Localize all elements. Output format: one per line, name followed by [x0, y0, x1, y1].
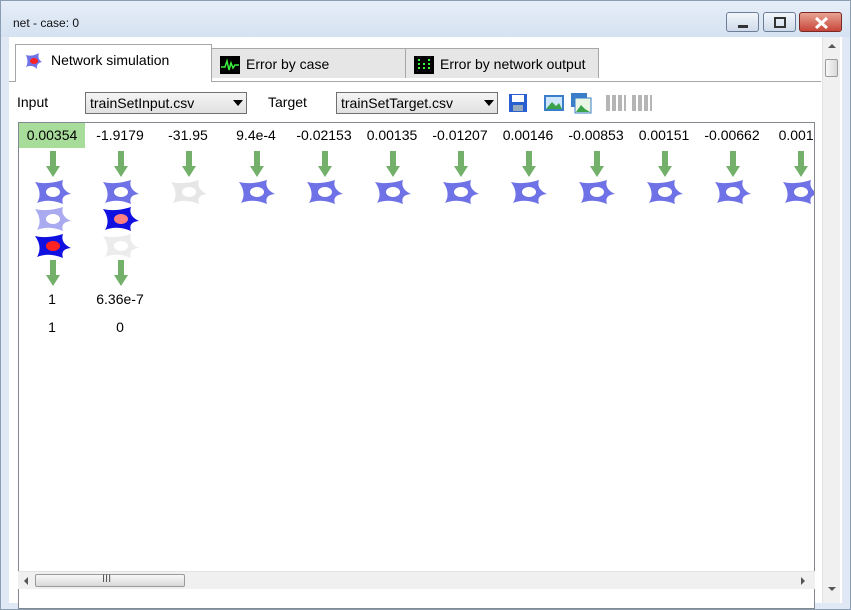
input-value-cell[interactable]: -0.01207: [427, 123, 493, 148]
title-bar: net - case: 0: [1, 1, 850, 37]
input-value-cell[interactable]: 0.00135: [359, 123, 425, 148]
output-value: 1: [48, 291, 56, 307]
minimize-icon: [738, 25, 748, 28]
down-arrow-icon: [46, 151, 60, 177]
input-file-select[interactable]: trainSetInput.csv: [85, 92, 247, 114]
input-neuron[interactable]: [509, 179, 549, 205]
export-image-icon[interactable]: [543, 92, 565, 114]
down-arrow-icon: [318, 151, 332, 177]
down-arrow-icon: [250, 151, 264, 177]
minimize-button[interactable]: [726, 12, 759, 32]
hidden-neuron[interactable]: [101, 206, 141, 232]
target-value: 0: [116, 319, 124, 335]
hidden-neuron[interactable]: [33, 206, 73, 232]
network-icon: [26, 53, 42, 69]
down-arrow-icon: [114, 151, 128, 177]
input-label: Input: [17, 94, 49, 110]
input-value-cell[interactable]: -0.00662: [699, 123, 765, 148]
down-arrow-icon: [590, 151, 604, 177]
save-icon[interactable]: [507, 92, 529, 114]
input-file-value: trainSetInput.csv: [90, 95, 195, 111]
input-value-cell[interactable]: -0.02153: [291, 123, 357, 148]
close-icon: [814, 16, 829, 30]
maximize-button[interactable]: [763, 12, 796, 32]
input-value-cell[interactable]: -1.9179: [87, 123, 153, 148]
app-window: net - case: 0 Network simulation Error b…: [0, 0, 851, 610]
window-title: net - case: 0: [13, 16, 80, 30]
down-arrow-icon: [114, 260, 128, 286]
input-neuron[interactable]: [781, 179, 815, 205]
input-neuron[interactable]: [645, 179, 685, 205]
input-value-cell[interactable]: 0.00151: [631, 123, 697, 148]
tab-label: Network simulation: [51, 52, 170, 68]
scroll-up-icon[interactable]: [828, 44, 836, 48]
scroll-grip: III: [102, 573, 112, 585]
simulation-panel: 0.00354 -1.9179 -31.95 9.4e-4 -0.02153 0.0013…: [18, 122, 815, 609]
target-file-select[interactable]: trainSetTarget.csv: [336, 92, 498, 114]
tab-label: Error by case: [246, 56, 330, 72]
down-arrow-icon: [522, 151, 536, 177]
down-arrow-icon: [46, 260, 60, 286]
grid2-disabled-icon[interactable]: [631, 92, 653, 114]
target-label: Target: [268, 94, 307, 110]
client-area: Network simulation Error by case Error b…: [9, 37, 842, 609]
input-value-cell[interactable]: 0.00354: [19, 123, 85, 148]
bar-meter-icon: [414, 56, 434, 74]
input-neuron[interactable]: [305, 179, 345, 205]
close-button[interactable]: [799, 12, 842, 32]
down-arrow-icon: [454, 151, 468, 177]
copy-image-icon[interactable]: [570, 92, 592, 114]
target-value: 1: [48, 319, 56, 335]
down-arrow-icon: [386, 151, 400, 177]
input-value-cell[interactable]: -31.95: [155, 123, 221, 148]
down-arrow-icon: [726, 151, 740, 177]
input-value-cell[interactable]: -0.00853: [563, 123, 629, 148]
input-neuron[interactable]: [33, 179, 73, 205]
scroll-right-icon[interactable]: [801, 577, 805, 585]
tab-network-simulation[interactable]: Network simulation: [15, 44, 212, 82]
chevron-down-icon: [484, 100, 494, 106]
scroll-left-icon[interactable]: [24, 577, 28, 585]
horizontal-scroll-thumb[interactable]: III: [35, 573, 185, 587]
input-neuron[interactable]: [169, 179, 209, 205]
horizontal-scrollbar[interactable]: III: [18, 571, 815, 589]
down-arrow-icon: [794, 151, 808, 177]
vertical-scroll-thumb[interactable]: [825, 59, 838, 77]
tab-label: Error by network output: [440, 56, 586, 72]
target-file-value: trainSetTarget.csv: [341, 95, 454, 111]
tab-error-by-case[interactable]: Error by case: [211, 48, 406, 78]
output-neuron[interactable]: [33, 233, 73, 259]
tab-strip: Network simulation Error by case Error b…: [9, 37, 821, 83]
down-arrow-icon: [658, 151, 672, 177]
output-neuron[interactable]: [101, 233, 141, 259]
grid-disabled-icon[interactable]: [605, 92, 627, 114]
down-arrow-icon: [182, 151, 196, 177]
input-neuron[interactable]: [577, 179, 617, 205]
input-value-cell[interactable]: 0.0015: [767, 123, 814, 148]
waveform-icon: [220, 56, 240, 74]
input-neuron[interactable]: [713, 179, 753, 205]
input-value-cell[interactable]: 9.4e-4: [223, 123, 289, 148]
input-value-cell[interactable]: 0.00146: [495, 123, 561, 148]
input-neuron[interactable]: [101, 179, 141, 205]
output-value: 6.36e-7: [96, 291, 144, 307]
chevron-down-icon: [233, 100, 243, 106]
restore-icon: [774, 17, 786, 28]
tab-error-by-network-output[interactable]: Error by network output: [405, 48, 599, 78]
input-neuron[interactable]: [441, 179, 481, 205]
input-neuron[interactable]: [373, 179, 413, 205]
input-neuron[interactable]: [237, 179, 277, 205]
vertical-scrollbar[interactable]: [822, 37, 840, 603]
scroll-down-icon[interactable]: [828, 587, 836, 591]
